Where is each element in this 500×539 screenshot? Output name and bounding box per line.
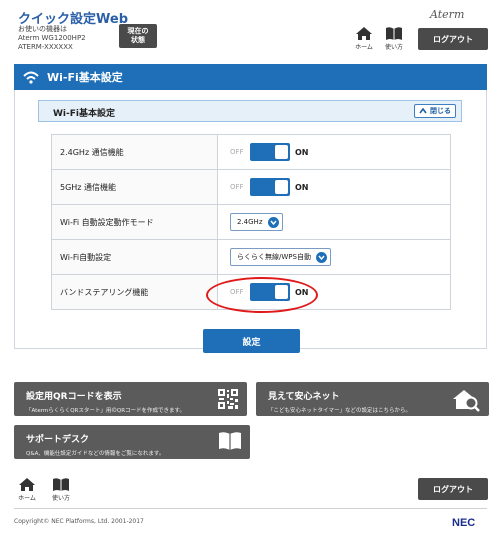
device-caption: お使いの機器は <box>18 25 67 33</box>
card-description: Q&A、機能仕設定ガイドなどの情報をご覧になれます。 <box>26 451 165 457</box>
home-icon <box>356 27 372 40</box>
wifi-icon <box>23 71 39 84</box>
toggle-off-label: OFF <box>230 148 244 156</box>
card-title: 設定用QRコードを表示 <box>26 392 122 402</box>
copyright-text: Copyright© NEC Platforms, Ltd. 2001-2017 <box>14 518 144 525</box>
table-row: 2.4GHz 通信機能 OFF ON <box>51 134 451 170</box>
collapse-label: 閉じる <box>430 107 451 115</box>
card-title: サポートデスク <box>26 435 90 445</box>
toggle-switch[interactable] <box>250 143 290 161</box>
aterm-logo: Aterm <box>430 8 465 21</box>
toggle-on-label: ON <box>295 147 309 157</box>
footer-help-button[interactable]: 使い方 <box>46 477 76 505</box>
home-label: ホーム <box>355 44 373 51</box>
table-row: Wi-Fi 自動設定動作モード 2.4GHz <box>51 204 451 240</box>
status-button-line1: 現在の <box>127 27 149 35</box>
toggle-knob <box>275 180 288 194</box>
card-title: 見えて安心ネット <box>268 392 340 402</box>
help-label: 使い方 <box>51 495 70 502</box>
book-icon <box>386 27 402 40</box>
current-status-button[interactable]: 現在の 状態 <box>119 24 157 48</box>
subsection-header: Wi-Fi基本設定 閉じる <box>38 100 462 122</box>
row-label: 2.4GHz 通信機能 <box>51 134 218 170</box>
qr-code-icon <box>217 388 239 410</box>
toggle-switch[interactable] <box>250 178 290 196</box>
status-button-line2: 状態 <box>131 36 145 44</box>
home-button[interactable]: ホーム <box>349 26 379 54</box>
qr-code-card[interactable]: 設定用QRコードを表示 「AtermらくらくQRスタート」用のQRコードを作成で… <box>14 382 247 416</box>
section-title: Wi-Fi基本設定 <box>47 71 123 84</box>
device-model: Aterm WG1200HP2 <box>18 34 86 42</box>
apply-button[interactable]: 設定 <box>203 329 300 353</box>
safety-net-card[interactable]: 見えて安心ネット 「こども安心ネットタイマー」などの設定はこちらから。 <box>256 382 489 416</box>
logout-button[interactable]: ログアウト <box>418 28 488 50</box>
table-row: 5GHz 通信機能 OFF ON <box>51 169 451 205</box>
device-info: お使いの機器は Aterm WG1200HP2 ATERM-XXXXXX <box>18 25 86 52</box>
wifi-24ghz-toggle[interactable]: OFF ON <box>230 143 309 161</box>
row-label: 5GHz 通信機能 <box>51 169 218 205</box>
toggle-off-label: OFF <box>230 183 244 191</box>
row-label: Wi-Fi 自動設定動作モード <box>51 204 218 240</box>
home-icon <box>19 478 35 491</box>
collapse-button[interactable]: 閉じる <box>414 104 456 118</box>
auto-setting-select[interactable]: らくらく無線/WPS自動 <box>230 248 331 266</box>
support-desk-card[interactable]: サポートデスク Q&A、機能仕設定ガイドなどの情報をご覧になれます。 <box>14 425 250 459</box>
device-name: ATERM-XXXXXX <box>18 43 73 51</box>
book-icon <box>53 478 69 491</box>
select-value: 2.4GHz <box>237 218 263 226</box>
chevron-down-icon <box>315 251 327 263</box>
nec-logo: NEC <box>452 517 476 529</box>
chevron-down-icon <box>267 216 279 228</box>
select-value: らくらく無線/WPS自動 <box>237 253 311 261</box>
open-book-icon <box>219 432 241 450</box>
row-label: バンドステアリング機能 <box>51 274 218 310</box>
table-row: Wi-Fi自動設定 らくらく無線/WPS自動 <box>51 239 451 275</box>
help-button[interactable]: 使い方 <box>379 26 409 54</box>
row-label: Wi-Fi自動設定 <box>51 239 218 275</box>
wifi-5ghz-toggle[interactable]: OFF ON <box>230 178 309 196</box>
highlight-ring <box>206 277 318 313</box>
chevron-up-icon <box>419 108 427 114</box>
help-label: 使い方 <box>384 44 403 51</box>
toggle-on-label: ON <box>295 182 309 192</box>
card-description: 「こども安心ネットタイマー」などの設定はこちらから。 <box>268 408 412 414</box>
house-magnifier-icon <box>453 390 480 412</box>
home-label: ホーム <box>18 495 36 502</box>
footer-logout-button[interactable]: ログアウト <box>418 478 488 500</box>
subsection-title: Wi-Fi基本設定 <box>53 109 115 119</box>
auto-mode-select[interactable]: 2.4GHz <box>230 213 283 231</box>
toggle-knob <box>275 145 288 159</box>
section-header: Wi-Fi基本設定 <box>14 64 487 90</box>
footer-home-button[interactable]: ホーム <box>12 477 42 505</box>
card-description: 「AtermらくらくQRスタート」用のQRコードを作成できます。 <box>26 408 185 414</box>
footer-divider <box>14 508 487 509</box>
